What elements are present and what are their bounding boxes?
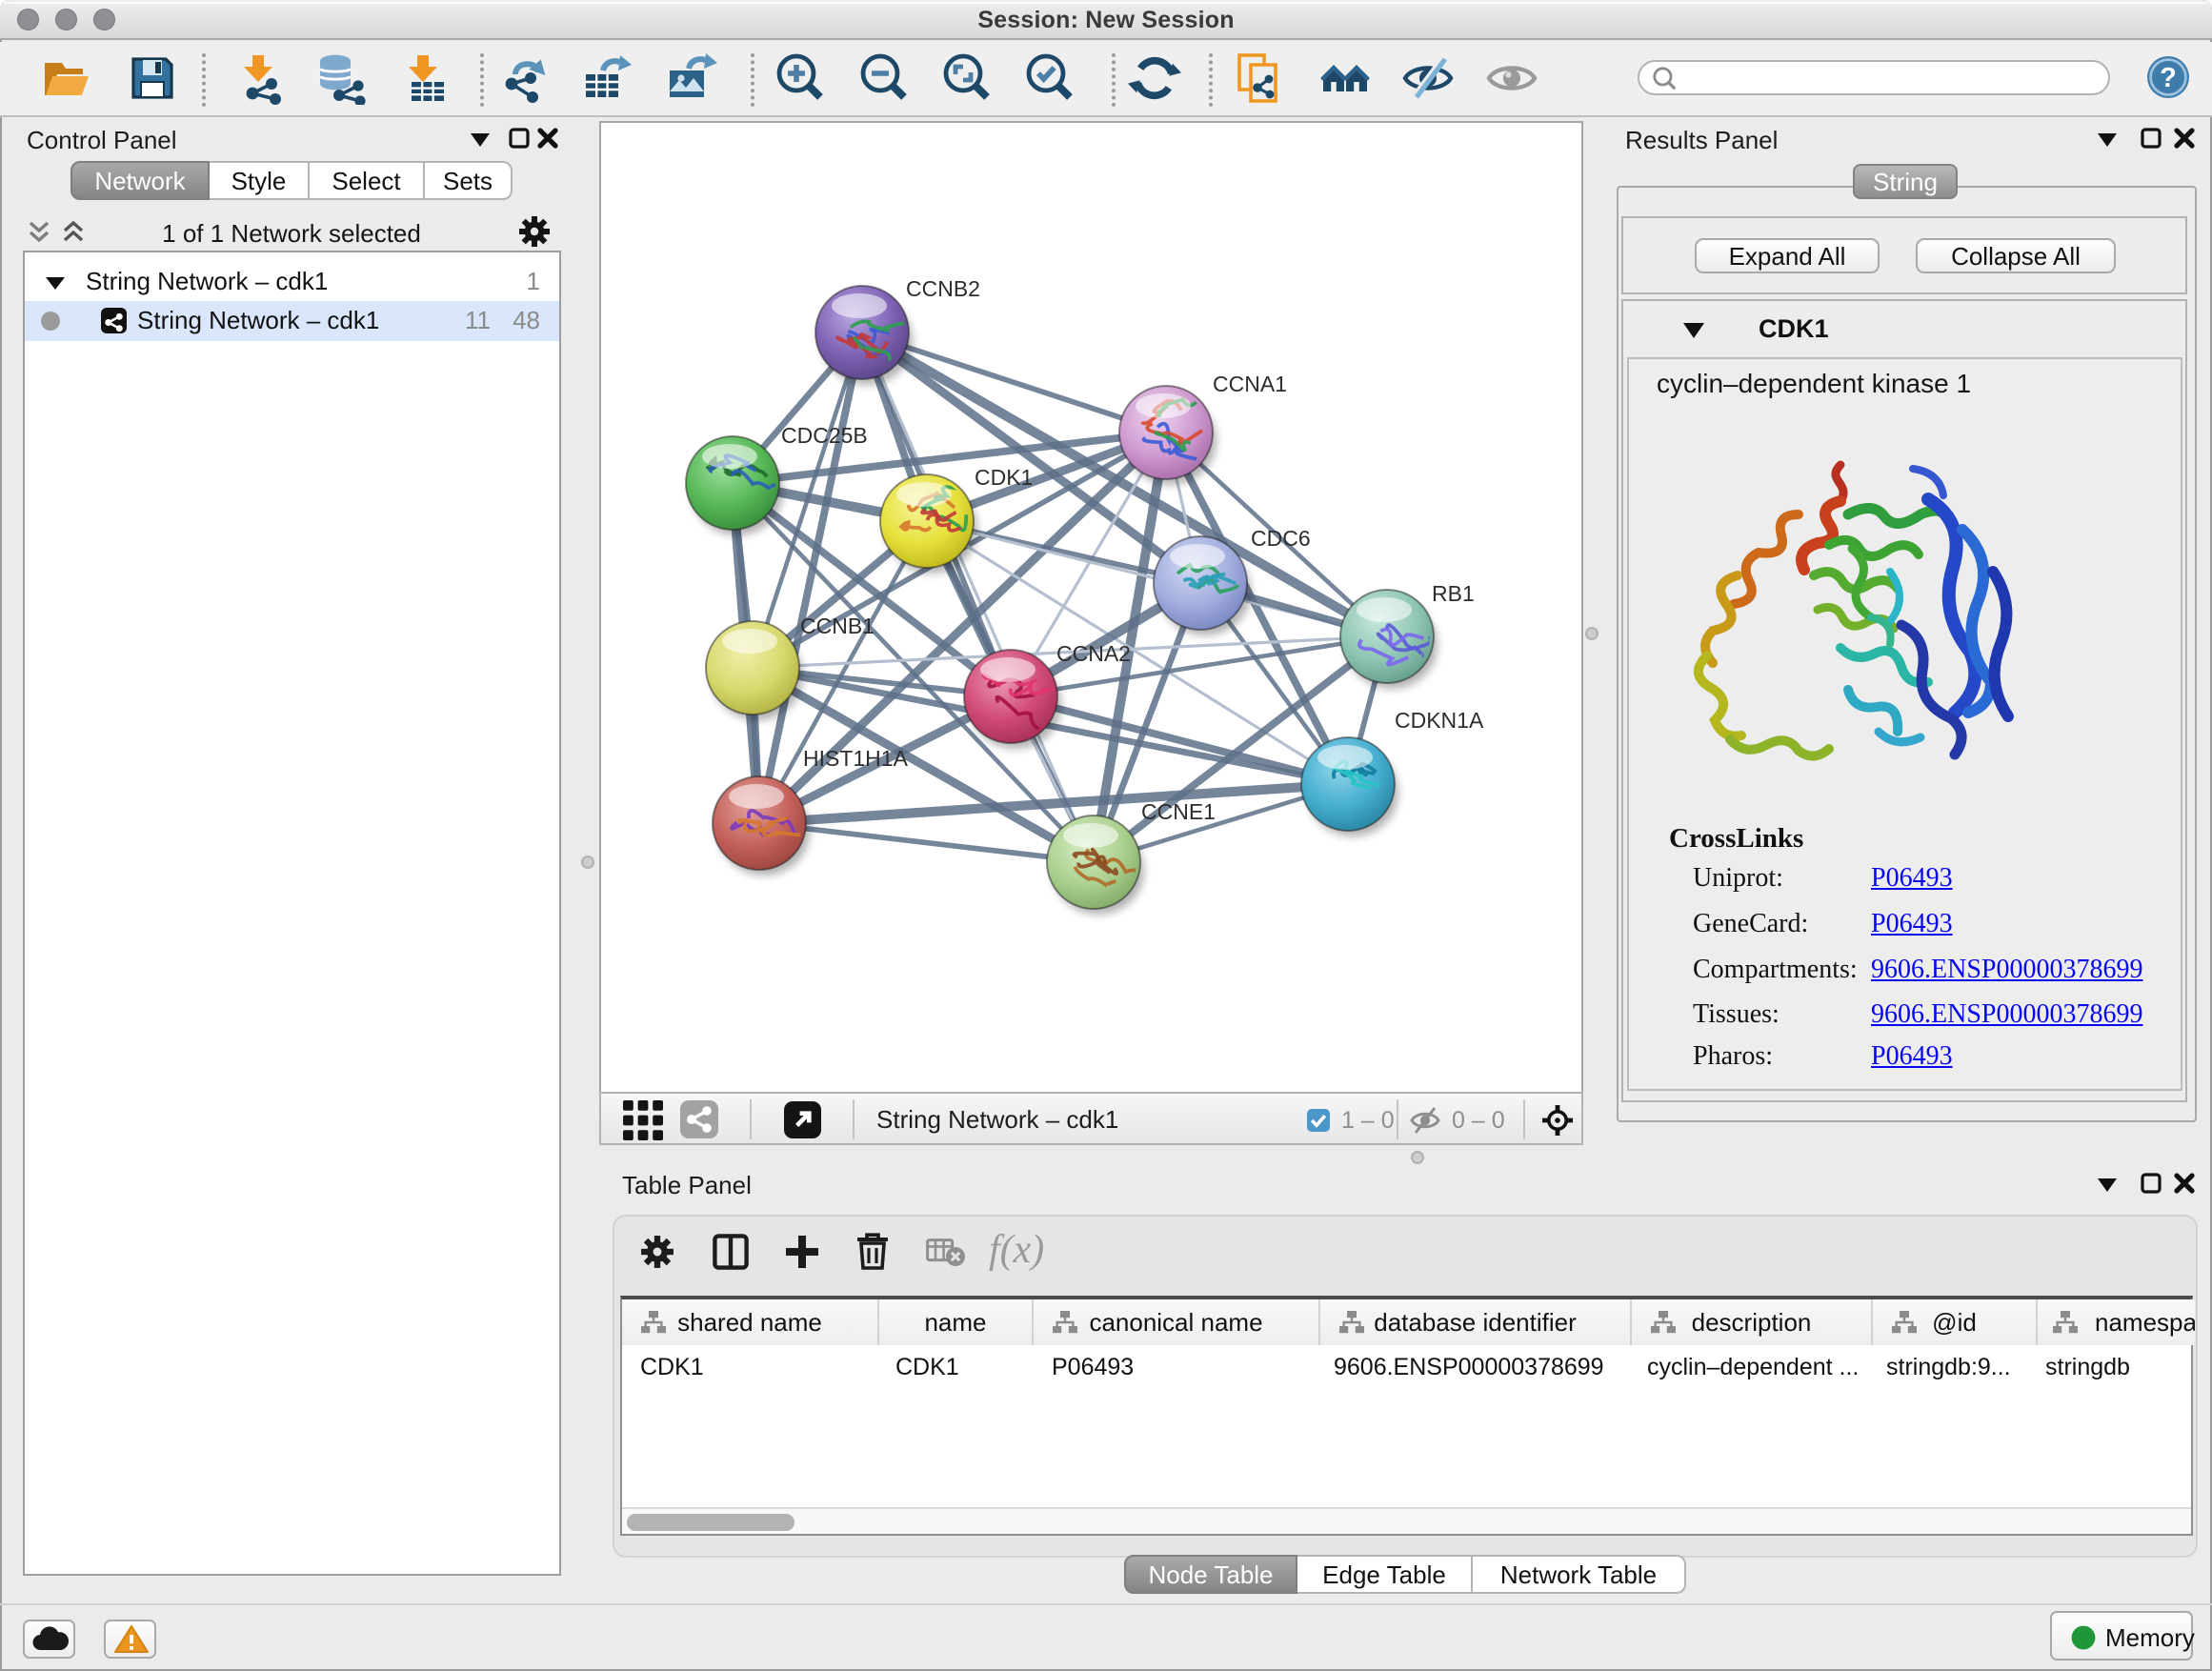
- svg-text:CCNA2: CCNA2: [1056, 641, 1131, 666]
- svg-text:?: ?: [2160, 63, 2177, 93]
- svg-text:CDC6: CDC6: [1251, 526, 1311, 551]
- svg-text:CCNE1: CCNE1: [1141, 799, 1216, 824]
- svg-text:CDKN1A: CDKN1A: [1395, 708, 1484, 733]
- svg-text:CCNB1: CCNB1: [800, 614, 875, 638]
- svg-text:CCNB2: CCNB2: [906, 276, 980, 301]
- svg-text:CCNA1: CCNA1: [1213, 372, 1287, 396]
- svg-text:RB1: RB1: [1432, 581, 1475, 606]
- svg-text:CDC25B: CDC25B: [781, 423, 868, 448]
- svg-text:CDK1: CDK1: [975, 465, 1033, 490]
- svg-text:HIST1H1A: HIST1H1A: [803, 746, 909, 771]
